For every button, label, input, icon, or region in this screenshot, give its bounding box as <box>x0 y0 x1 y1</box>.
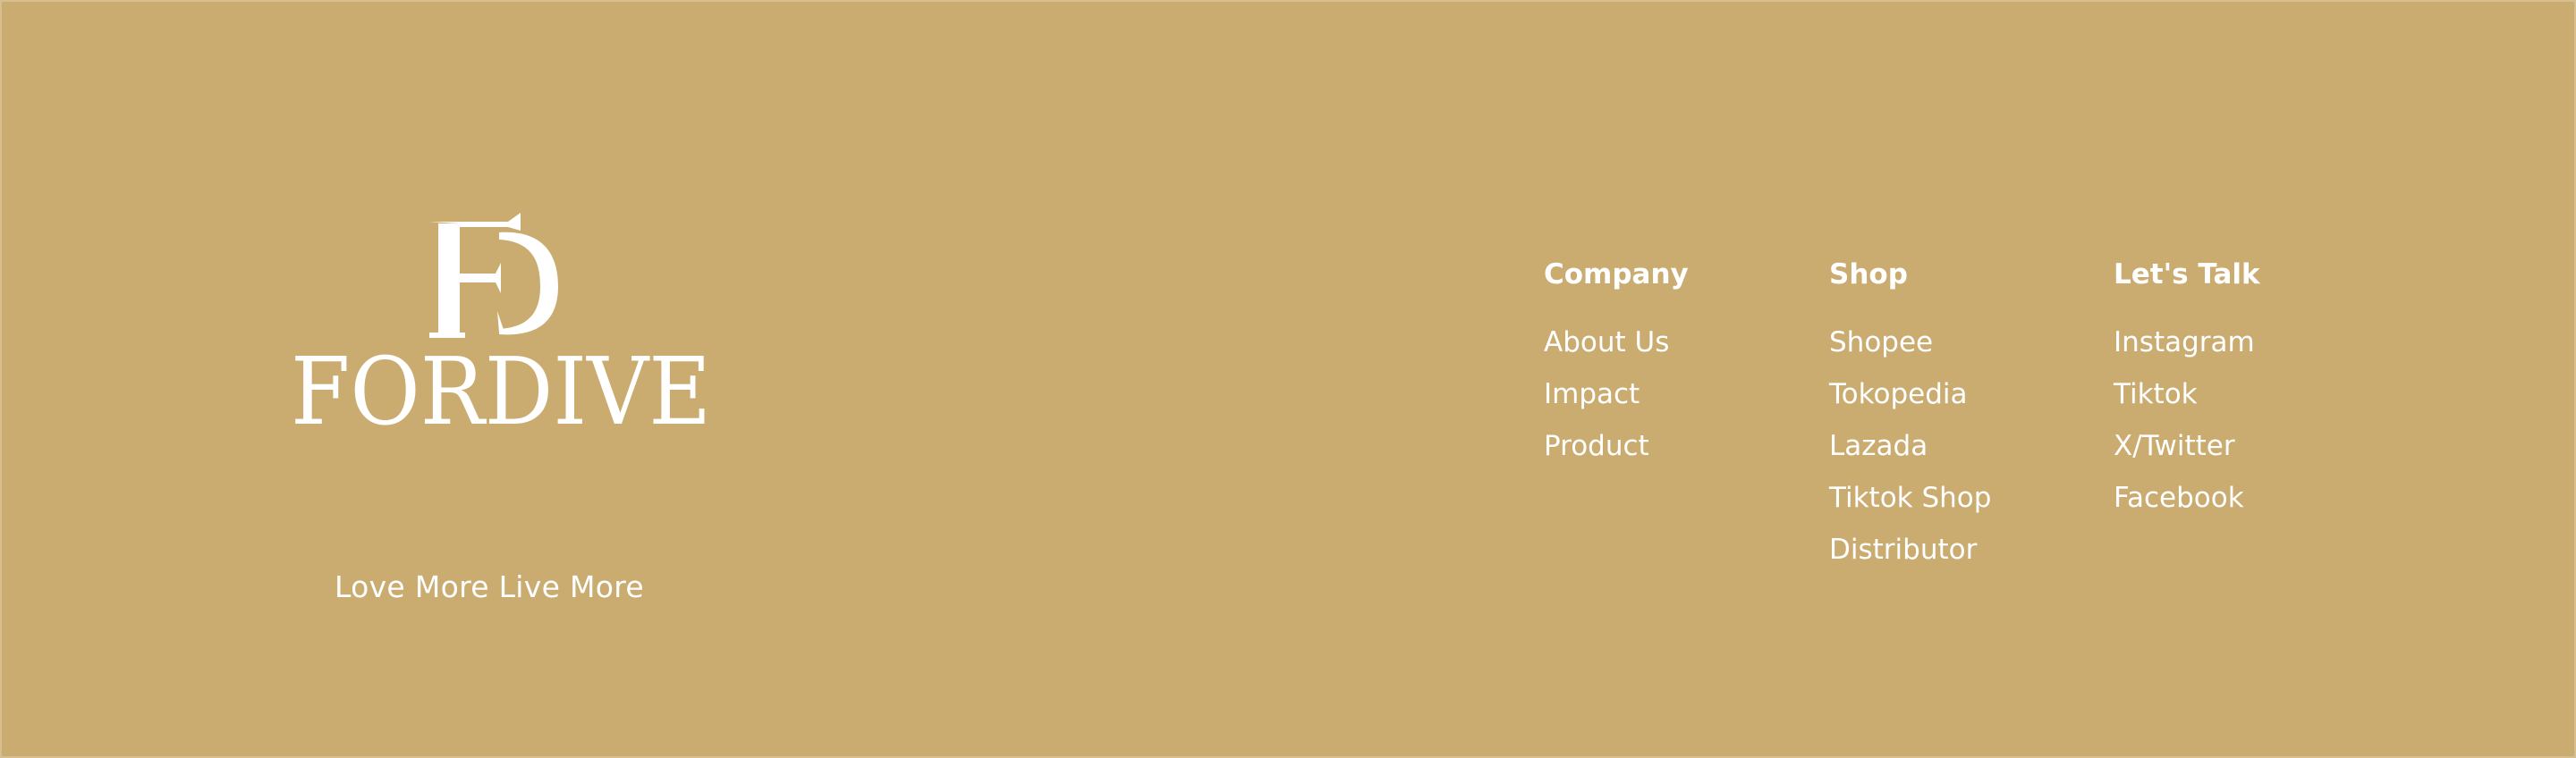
link-list: Instagram Tiktok X/Twitter Facebook <box>2114 322 2260 529</box>
column-heading: Let's Talk <box>2114 258 2260 291</box>
footer-link-impact[interactable]: Impact <box>1544 374 1689 425</box>
footer-link-tiktok-shop[interactable]: Tiktok Shop <box>1829 477 1991 529</box>
footer-link-x-twitter[interactable]: X/Twitter <box>2114 425 2260 477</box>
fordive-wordmark: FORDIVE <box>291 340 711 438</box>
link-list: Shopee Tokopedia Lazada Tiktok Shop Dist… <box>1829 322 1991 581</box>
brand-tagline: Love More Live More <box>335 569 644 604</box>
footer-column-shop: Shop Shopee Tokopedia Lazada Tiktok Shop… <box>1829 254 1991 581</box>
site-footer: FORDIVE Love More Live More Company Abou… <box>0 0 2576 758</box>
footer-link-instagram[interactable]: Instagram <box>2114 322 2260 374</box>
column-heading: Shop <box>1829 258 1908 291</box>
footer-column-lets-talk: Let's Talk Instagram Tiktok X/Twitter Fa… <box>2114 254 2260 529</box>
footer-link-about-us[interactable]: About Us <box>1544 322 1689 374</box>
footer-link-product[interactable]: Product <box>1544 425 1689 477</box>
footer-link-tiktok[interactable]: Tiktok <box>2114 374 2260 425</box>
footer-link-distributor[interactable]: Distributor <box>1829 529 1991 581</box>
footer-link-tokopedia[interactable]: Tokopedia <box>1829 374 1991 425</box>
column-heading: Company <box>1544 258 1689 291</box>
footer-link-facebook[interactable]: Facebook <box>2114 477 2260 529</box>
fd-monogram-logo <box>429 213 558 338</box>
brand-logo[interactable]: FORDIVE <box>286 207 716 440</box>
link-list: About Us Impact Product <box>1544 322 1689 477</box>
footer-column-company: Company About Us Impact Product <box>1544 254 1689 477</box>
footer-link-shopee[interactable]: Shopee <box>1829 322 1991 374</box>
footer-link-lazada[interactable]: Lazada <box>1829 425 1991 477</box>
brand-name: FORDIVE <box>291 340 711 438</box>
